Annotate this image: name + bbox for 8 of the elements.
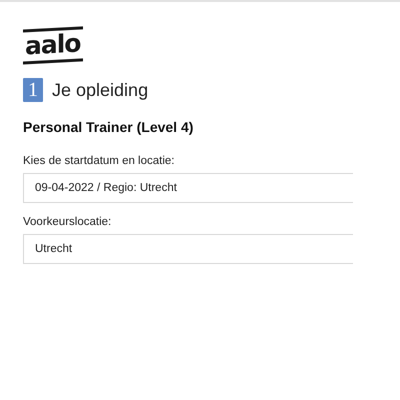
course-title: Personal Trainer (Level 4) <box>23 119 194 135</box>
select-field[interactable]: 09-04-2022 / Regio: Utrecht <box>23 173 353 203</box>
select-field[interactable]: Utrecht <box>23 234 353 264</box>
field-label: Voorkeurslocatie: <box>23 216 112 228</box>
field-label: Kies de startdatum en locatie: <box>23 155 176 167</box>
logo: aalo <box>23 26 82 65</box>
step-title: Je opleiding <box>52 80 148 100</box>
step-number: 1 <box>23 78 43 102</box>
